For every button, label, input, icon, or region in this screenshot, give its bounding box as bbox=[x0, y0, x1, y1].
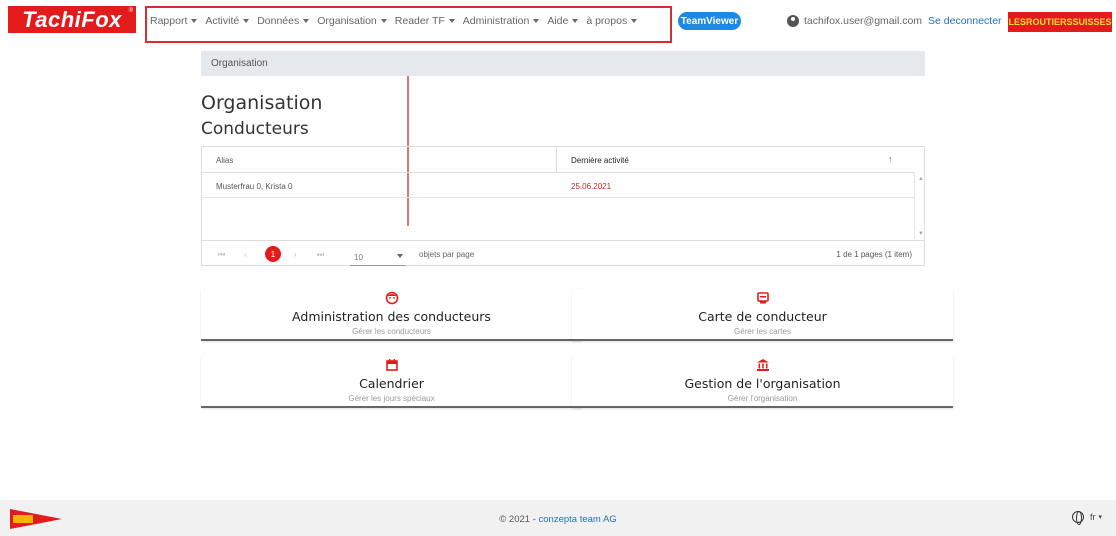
menu-highlight-annotation bbox=[145, 6, 672, 43]
copyright: © 2021 - conzepta team AG bbox=[0, 514, 1116, 525]
breadcrumb-item[interactable]: Organisation bbox=[211, 58, 268, 69]
card-title: Calendrier bbox=[359, 376, 424, 391]
last-page-icon[interactable]: ⏭ bbox=[317, 250, 324, 260]
scroll-down-icon[interactable]: ▼ bbox=[918, 231, 924, 237]
column-divider bbox=[556, 147, 557, 173]
pager: ⏮ ‹ 1 › ⏭ 10 objets par page 1 de 1 page… bbox=[202, 240, 924, 266]
table-header: Alias Dernière activité ↑ bbox=[202, 147, 914, 173]
page-size-label: objets par page bbox=[419, 250, 475, 259]
page-size-underline bbox=[350, 265, 406, 266]
copyright-text: © 2021 - bbox=[499, 514, 539, 525]
user-icon bbox=[787, 15, 799, 27]
caret-down-icon: ▾ bbox=[1098, 514, 1103, 521]
card-driver-card[interactable]: Carte de conducteur Gérer les cartes bbox=[572, 289, 953, 341]
scroll-up-icon[interactable]: ▲ bbox=[918, 176, 924, 182]
page-title: Organisation bbox=[201, 92, 323, 114]
driver-face-icon bbox=[201, 291, 582, 305]
drivers-table: Alias Dernière activité ↑ Musterfrau 0, … bbox=[201, 146, 925, 266]
card-subtitle: Gérer l'organisation bbox=[727, 394, 798, 403]
organisation-badge[interactable]: LESROUTIERSSUISSES bbox=[1008, 12, 1112, 32]
teamviewer-button[interactable]: TeamViewer bbox=[678, 12, 741, 30]
page-size-select[interactable]: 10 bbox=[354, 253, 363, 262]
card-title: Gestion de l'organisation bbox=[684, 376, 841, 391]
card-subtitle: Gérer les jours spéciaux bbox=[348, 394, 435, 403]
previous-page-icon[interactable]: ‹ bbox=[244, 250, 247, 259]
footer: © 2021 - conzepta team AG fr ▾ bbox=[0, 500, 1116, 536]
user-account[interactable]: tachifox.user@gmail.com bbox=[787, 15, 922, 27]
calendar-icon bbox=[201, 358, 582, 372]
card-title: Carte de conducteur bbox=[698, 309, 827, 324]
top-navbar: TachiFox ® Rapport Activité Données Orga… bbox=[0, 0, 1116, 43]
card-organisation-management[interactable]: Gestion de l'organisation Gérer l'organi… bbox=[572, 356, 953, 408]
card-icon bbox=[572, 291, 953, 305]
tachifox-logo[interactable]: TachiFox ® bbox=[8, 6, 136, 33]
language-selector[interactable]: fr ▾ bbox=[1072, 511, 1103, 525]
pager-info: 1 de 1 pages (1 item) bbox=[836, 250, 912, 259]
page-number-current[interactable]: 1 bbox=[265, 246, 281, 262]
institution-icon bbox=[572, 358, 953, 372]
cell-alias: Musterfrau 0, Krista 0 bbox=[216, 182, 293, 191]
table-row[interactable]: Musterfrau 0, Krista 0 25.06.2021 bbox=[202, 174, 914, 198]
column-header-alias[interactable]: Alias bbox=[216, 156, 233, 165]
card-calendar[interactable]: Calendrier Gérer les jours spéciaux bbox=[201, 356, 582, 408]
language-code: fr bbox=[1090, 512, 1096, 522]
user-email: tachifox.user@gmail.com bbox=[804, 15, 923, 27]
section-title: Conducteurs bbox=[201, 119, 309, 139]
table-scrollbar[interactable]: ▲ ▼ bbox=[914, 173, 925, 239]
sort-ascending-icon[interactable]: ↑ bbox=[888, 154, 893, 164]
card-subtitle: Gérer les conducteurs bbox=[352, 327, 431, 336]
chevron-down-icon[interactable] bbox=[397, 254, 403, 258]
cell-last-activity: 25.06.2021 bbox=[571, 182, 612, 191]
card-driver-administration[interactable]: Administration des conducteurs Gérer les… bbox=[201, 289, 582, 341]
card-title: Administration des conducteurs bbox=[292, 309, 491, 324]
globe-icon bbox=[1072, 511, 1084, 525]
logout-link[interactable]: Se deconnecter bbox=[928, 15, 1002, 27]
card-subtitle: Gérer les cartes bbox=[734, 327, 791, 336]
column-header-last-activity[interactable]: Dernière activité bbox=[571, 156, 629, 165]
next-page-icon[interactable]: › bbox=[294, 250, 297, 259]
logo-text: TachiFox bbox=[22, 6, 122, 32]
company-link[interactable]: conzepta team AG bbox=[539, 514, 617, 525]
logo-registered-mark: ® bbox=[128, 8, 133, 14]
first-page-icon[interactable]: ⏮ bbox=[218, 250, 225, 260]
breadcrumb: Organisation bbox=[201, 51, 925, 76]
